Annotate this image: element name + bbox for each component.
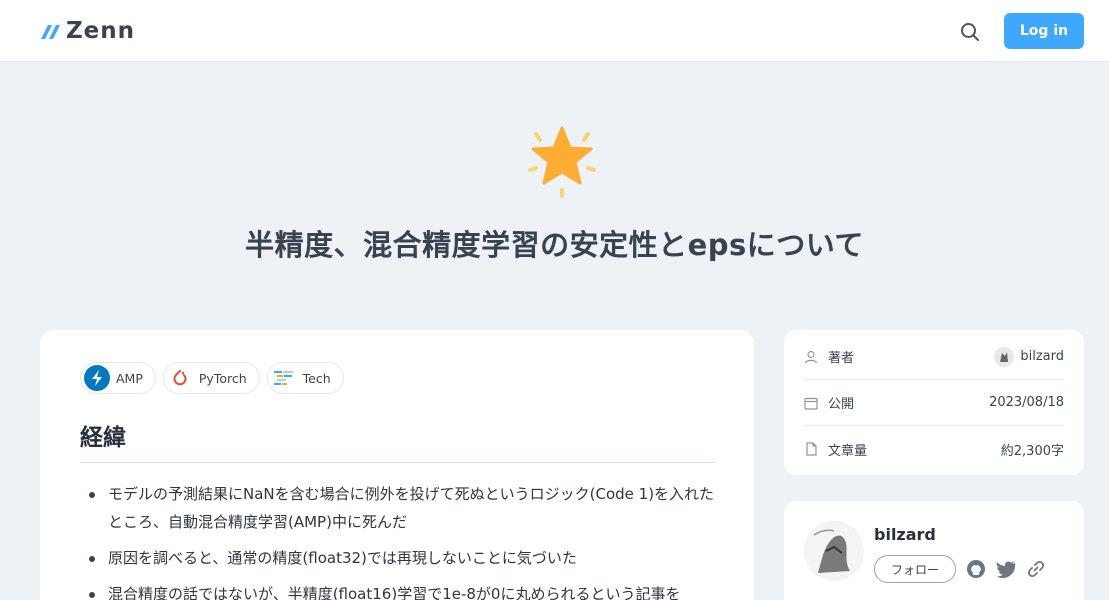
length-label: 文章量	[828, 443, 868, 459]
tech-icon	[271, 365, 297, 391]
article-info-card: 著者 bilzard 公開 2023/08/18 文章量 約2,300字	[784, 330, 1084, 475]
search-button[interactable]	[958, 20, 982, 44]
article-title: 半精度、混合精度学習の安定性とepsについて	[245, 228, 864, 262]
tag-pytorch[interactable]: PyTorch	[162, 362, 260, 394]
twitter-link[interactable]	[994, 557, 1018, 581]
calendar-icon	[804, 397, 818, 410]
list-item: 混合精度の話ではないが、半精度(float16)学習で1e-8が0に丸められると…	[80, 580, 720, 600]
section-heading: 経緯	[80, 418, 716, 463]
site-header: Zenn Log in	[0, 0, 1109, 62]
topic-tags: AMP PyTorch Tech	[80, 362, 344, 394]
info-row-author: 著者 bilzard	[804, 334, 1064, 380]
follow-button[interactable]: フォロー	[874, 555, 956, 583]
pytorch-icon	[167, 365, 193, 391]
zenn-logo-icon	[41, 25, 60, 39]
login-button[interactable]: Log in	[1004, 13, 1084, 49]
person-icon	[804, 350, 818, 363]
published-label: 公開	[828, 397, 855, 412]
tag-label: AMP	[116, 370, 143, 386]
twitter-icon	[996, 561, 1016, 578]
search-icon	[961, 23, 979, 41]
github-link[interactable]	[964, 557, 988, 581]
website-link[interactable]	[1024, 557, 1048, 581]
amp-icon	[84, 365, 110, 391]
avatar[interactable]	[804, 521, 864, 581]
author-card: bilzard フォロー	[784, 501, 1084, 600]
author-name[interactable]: bilzard	[874, 525, 936, 544]
github-icon	[967, 560, 985, 578]
article-body: AMP PyTorch Tech 経緯 モデルの予測結果にNaNを含む場合に例外…	[40, 330, 754, 600]
zenn-logo[interactable]: Zenn	[40, 18, 135, 44]
bullet-list: モデルの予測結果にNaNを含む場合に例外を投げて死ぬというロジック(Code 1…	[80, 480, 720, 600]
tag-label: PyTorch	[198, 370, 247, 386]
info-row-published: 公開 2023/08/18	[804, 380, 1064, 426]
avatar	[994, 346, 1015, 367]
author-name: bilzard	[1020, 349, 1064, 364]
author-label: 著者	[828, 351, 855, 366]
published-date: 2023/08/18	[989, 395, 1064, 410]
star-emoji-icon	[522, 120, 602, 200]
author-link[interactable]: bilzard	[994, 346, 1064, 367]
tag-tech[interactable]: Tech	[266, 362, 344, 394]
tag-amp[interactable]: AMP	[80, 362, 156, 394]
length-value: 約2,300字	[1000, 443, 1064, 459]
document-icon	[806, 442, 817, 456]
list-item: モデルの予測結果にNaNを含む場合に例外を投げて死ぬというロジック(Code 1…	[80, 480, 720, 536]
tag-label: Tech	[302, 370, 331, 386]
list-item: 原因を調べると、通常の精度(float32)では再現しないことに気づいた	[80, 544, 720, 572]
logo-text: Zenn	[66, 18, 136, 44]
link-icon	[1027, 560, 1045, 578]
info-row-length: 文章量 約2,300字	[804, 426, 1064, 472]
